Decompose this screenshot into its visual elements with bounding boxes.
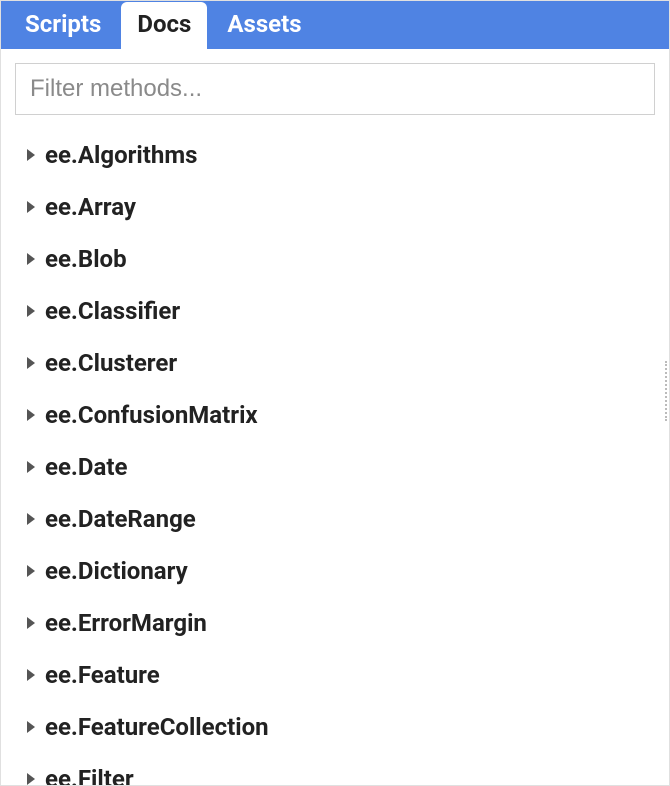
- tab-docs[interactable]: Docs: [121, 2, 207, 49]
- tree-item-label: ee.Dictionary: [45, 553, 188, 589]
- tree-item[interactable]: ee.Dictionary: [1, 545, 669, 597]
- tree-item[interactable]: ee.Date: [1, 441, 669, 493]
- tree-item[interactable]: ee.Blob: [1, 233, 669, 285]
- tree-item-label: ee.ConfusionMatrix: [45, 397, 258, 433]
- filter-methods-input[interactable]: [15, 63, 655, 115]
- tree-item-label: ee.Blob: [45, 241, 127, 277]
- chevron-right-icon: [27, 201, 35, 213]
- tab-bar: Scripts Docs Assets: [1, 1, 669, 49]
- chevron-right-icon: [27, 773, 35, 785]
- tree-item-label: ee.Clusterer: [45, 345, 177, 381]
- chevron-right-icon: [27, 721, 35, 733]
- tree-item[interactable]: ee.ConfusionMatrix: [1, 389, 669, 441]
- tree-item[interactable]: ee.Array: [1, 181, 669, 233]
- tree-item[interactable]: ee.Algorithms: [1, 129, 669, 181]
- tree-item-label: ee.Algorithms: [45, 137, 197, 173]
- tab-label: Assets: [227, 10, 301, 38]
- tree-item-label: ee.Classifier: [45, 293, 180, 329]
- tab-label: Scripts: [25, 10, 101, 38]
- chevron-right-icon: [27, 669, 35, 681]
- tree-item-label: ee.DateRange: [45, 501, 196, 537]
- tree-item-label: ee.Feature: [45, 657, 160, 693]
- filter-container: [1, 49, 669, 125]
- tree-item[interactable]: ee.DateRange: [1, 493, 669, 545]
- chevron-right-icon: [27, 409, 35, 421]
- chevron-right-icon: [27, 617, 35, 629]
- tree-item-label: ee.FeatureCollection: [45, 709, 269, 745]
- tree-item-label: ee.Filter: [45, 761, 134, 785]
- tree-item[interactable]: ee.Feature: [1, 649, 669, 701]
- tree-item-label: ee.Date: [45, 449, 127, 485]
- chevron-right-icon: [27, 357, 35, 369]
- chevron-right-icon: [27, 253, 35, 265]
- tree-item-label: ee.ErrorMargin: [45, 605, 207, 641]
- method-tree[interactable]: ee.Algorithms ee.Array ee.Blob ee.Classi…: [1, 125, 669, 785]
- chevron-right-icon: [27, 305, 35, 317]
- tab-label: Docs: [137, 10, 191, 38]
- tree-item[interactable]: ee.Clusterer: [1, 337, 669, 389]
- tree-item[interactable]: ee.FeatureCollection: [1, 701, 669, 753]
- chevron-right-icon: [27, 461, 35, 473]
- tab-assets[interactable]: Assets: [211, 2, 317, 49]
- tree-item[interactable]: ee.Classifier: [1, 285, 669, 337]
- chevron-right-icon: [27, 565, 35, 577]
- scrollbar-thumb[interactable]: [665, 361, 669, 421]
- chevron-right-icon: [27, 513, 35, 525]
- tree-item-label: ee.Array: [45, 189, 136, 225]
- tab-scripts[interactable]: Scripts: [9, 2, 117, 49]
- tree-item[interactable]: ee.Filter: [1, 753, 669, 785]
- tree-item[interactable]: ee.ErrorMargin: [1, 597, 669, 649]
- docs-panel: Scripts Docs Assets ee.Algorithms ee.Arr…: [0, 0, 670, 786]
- chevron-right-icon: [27, 149, 35, 161]
